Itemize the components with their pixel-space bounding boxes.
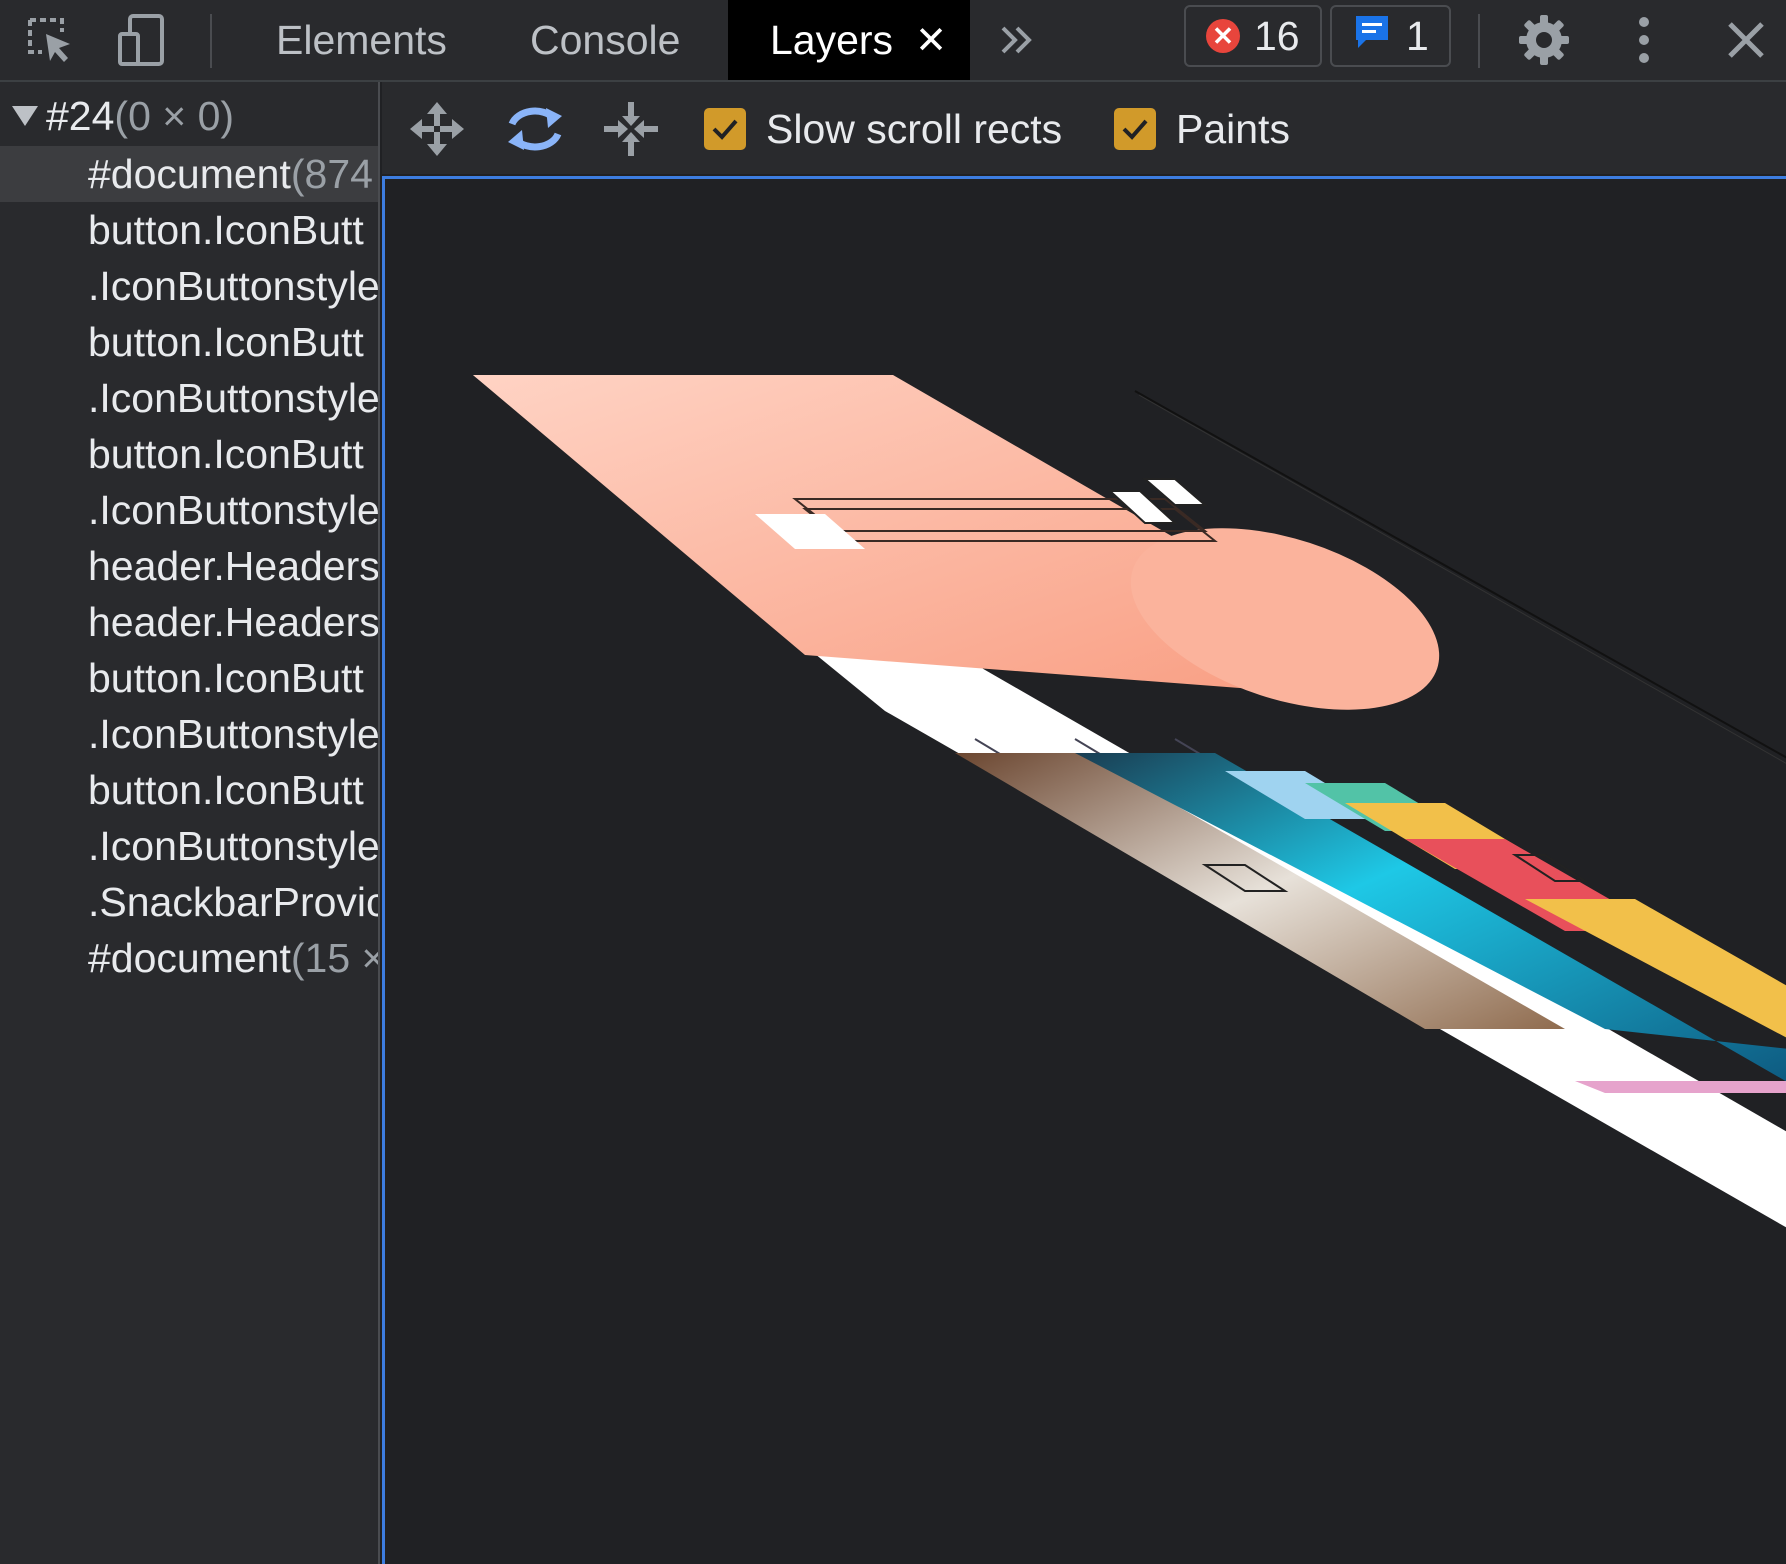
tree-item-size: (874 — [290, 150, 373, 197]
tree-item-name: button.IconButt — [88, 766, 364, 813]
tree-item-name: #document — [88, 150, 291, 197]
paints-checkbox[interactable]: Paints — [1114, 102, 1290, 156]
close-devtools-icon[interactable] — [1714, 8, 1778, 72]
gear-icon[interactable] — [1512, 8, 1576, 72]
tree-item[interactable]: .IconButtonstyle — [0, 706, 380, 762]
tree-item-name: button.IconButt — [88, 318, 364, 365]
messages-badge[interactable]: 1 — [1330, 5, 1451, 67]
expand-arrow-icon[interactable] — [12, 106, 38, 126]
tree-item[interactable]: .IconButtonstyle — [0, 482, 380, 538]
errors-badge[interactable]: ✕ 16 — [1184, 5, 1322, 67]
tree-item-name: #document — [88, 934, 291, 981]
chevron-double-right-icon[interactable] — [985, 8, 1049, 72]
tree-item-name: .IconButtonstyle — [88, 710, 380, 757]
tree-item-name: button.IconButt — [88, 654, 364, 701]
inspect-element-icon[interactable] — [18, 8, 82, 72]
tree-item[interactable]: button.IconButt — [0, 762, 378, 818]
tree-item-name: button.IconButt — [88, 430, 364, 477]
tree-item-size: (15 × — [290, 934, 380, 981]
layers-3d-viewport[interactable] — [382, 176, 1786, 1564]
tab-elements[interactable]: Elements — [254, 0, 469, 80]
tree-item[interactable]: header.Headers — [0, 594, 380, 650]
tree-item[interactable]: .IconButtonstyle — [0, 370, 380, 426]
tree-item-name: .IconButtonstyle — [88, 822, 380, 869]
close-icon[interactable]: ✕ — [915, 18, 947, 63]
checkbox-checked-icon[interactable] — [1114, 108, 1156, 150]
toolbar-divider — [1478, 14, 1480, 68]
tree-item-name: .IconButtonstyle — [88, 486, 380, 533]
tree-item-name: button.IconButt — [88, 206, 364, 253]
icon-button-layer[interactable] — [1142, 478, 1208, 506]
tree-item-document[interactable]: #document(15 × — [0, 930, 380, 986]
slow-scroll-rects-checkbox[interactable]: Slow scroll rects — [704, 102, 1062, 156]
toolbar-divider — [210, 14, 212, 68]
pan-mode-icon[interactable] — [404, 96, 470, 162]
message-icon — [1352, 12, 1392, 60]
tree-item[interactable]: .SnackbarProvic — [0, 874, 380, 930]
tree-item[interactable]: .IconButtonstyle — [0, 818, 380, 874]
tree-item-name: .IconButtonstyle — [88, 262, 380, 309]
tab-console[interactable]: Console — [508, 0, 702, 80]
slow-scroll-rects-label: Slow scroll rects — [766, 105, 1063, 152]
error-icon: ✕ — [1206, 19, 1240, 53]
tree-item[interactable]: button.IconButt — [0, 314, 378, 370]
layers-toolbar: Slow scroll rects Paints — [382, 82, 1786, 174]
layer-visualization[interactable] — [385, 179, 1786, 1564]
devtools-toolbar: Elements Console Layers ✕ ✕ 16 1 — [0, 0, 1786, 82]
tree-item-name: .SnackbarProvic — [88, 878, 380, 925]
tree-item-document[interactable]: #document(874 — [0, 146, 378, 202]
tab-label: Elements — [276, 16, 447, 63]
device-toolbar-icon[interactable] — [110, 8, 174, 72]
paints-label: Paints — [1176, 105, 1290, 152]
tab-label: Layers — [770, 16, 894, 63]
tree-item[interactable]: button.IconButt — [0, 650, 378, 706]
tree-item[interactable]: .IconButtonstyle — [0, 258, 380, 314]
checkbox-checked-icon[interactable] — [704, 108, 746, 150]
messages-count: 1 — [1406, 12, 1429, 59]
reset-transform-icon[interactable] — [598, 96, 664, 162]
tab-layers[interactable]: Layers ✕ — [728, 0, 970, 80]
tree-item[interactable]: header.Headers — [0, 538, 380, 594]
rotate-mode-icon[interactable] — [502, 96, 568, 162]
kebab-menu-icon[interactable] — [1612, 8, 1676, 72]
footer-strip — [1575, 1081, 1786, 1093]
tree-item-name: header.Headers — [88, 542, 380, 589]
errors-count: 16 — [1254, 12, 1300, 59]
tree-item[interactable]: button.IconButt — [0, 202, 378, 258]
tree-root[interactable]: #24(0 × 0) — [0, 88, 378, 144]
tree-item-name: header.Headers — [88, 598, 380, 645]
tree-item-name: .IconButtonstyle — [88, 374, 380, 421]
layer-tree: #24(0 × 0) #document(874 button.IconButt… — [0, 82, 380, 1564]
card-image-layer[interactable] — [1075, 753, 1786, 1083]
tab-label: Console — [530, 16, 681, 63]
tree-item[interactable]: button.IconButt — [0, 426, 378, 482]
